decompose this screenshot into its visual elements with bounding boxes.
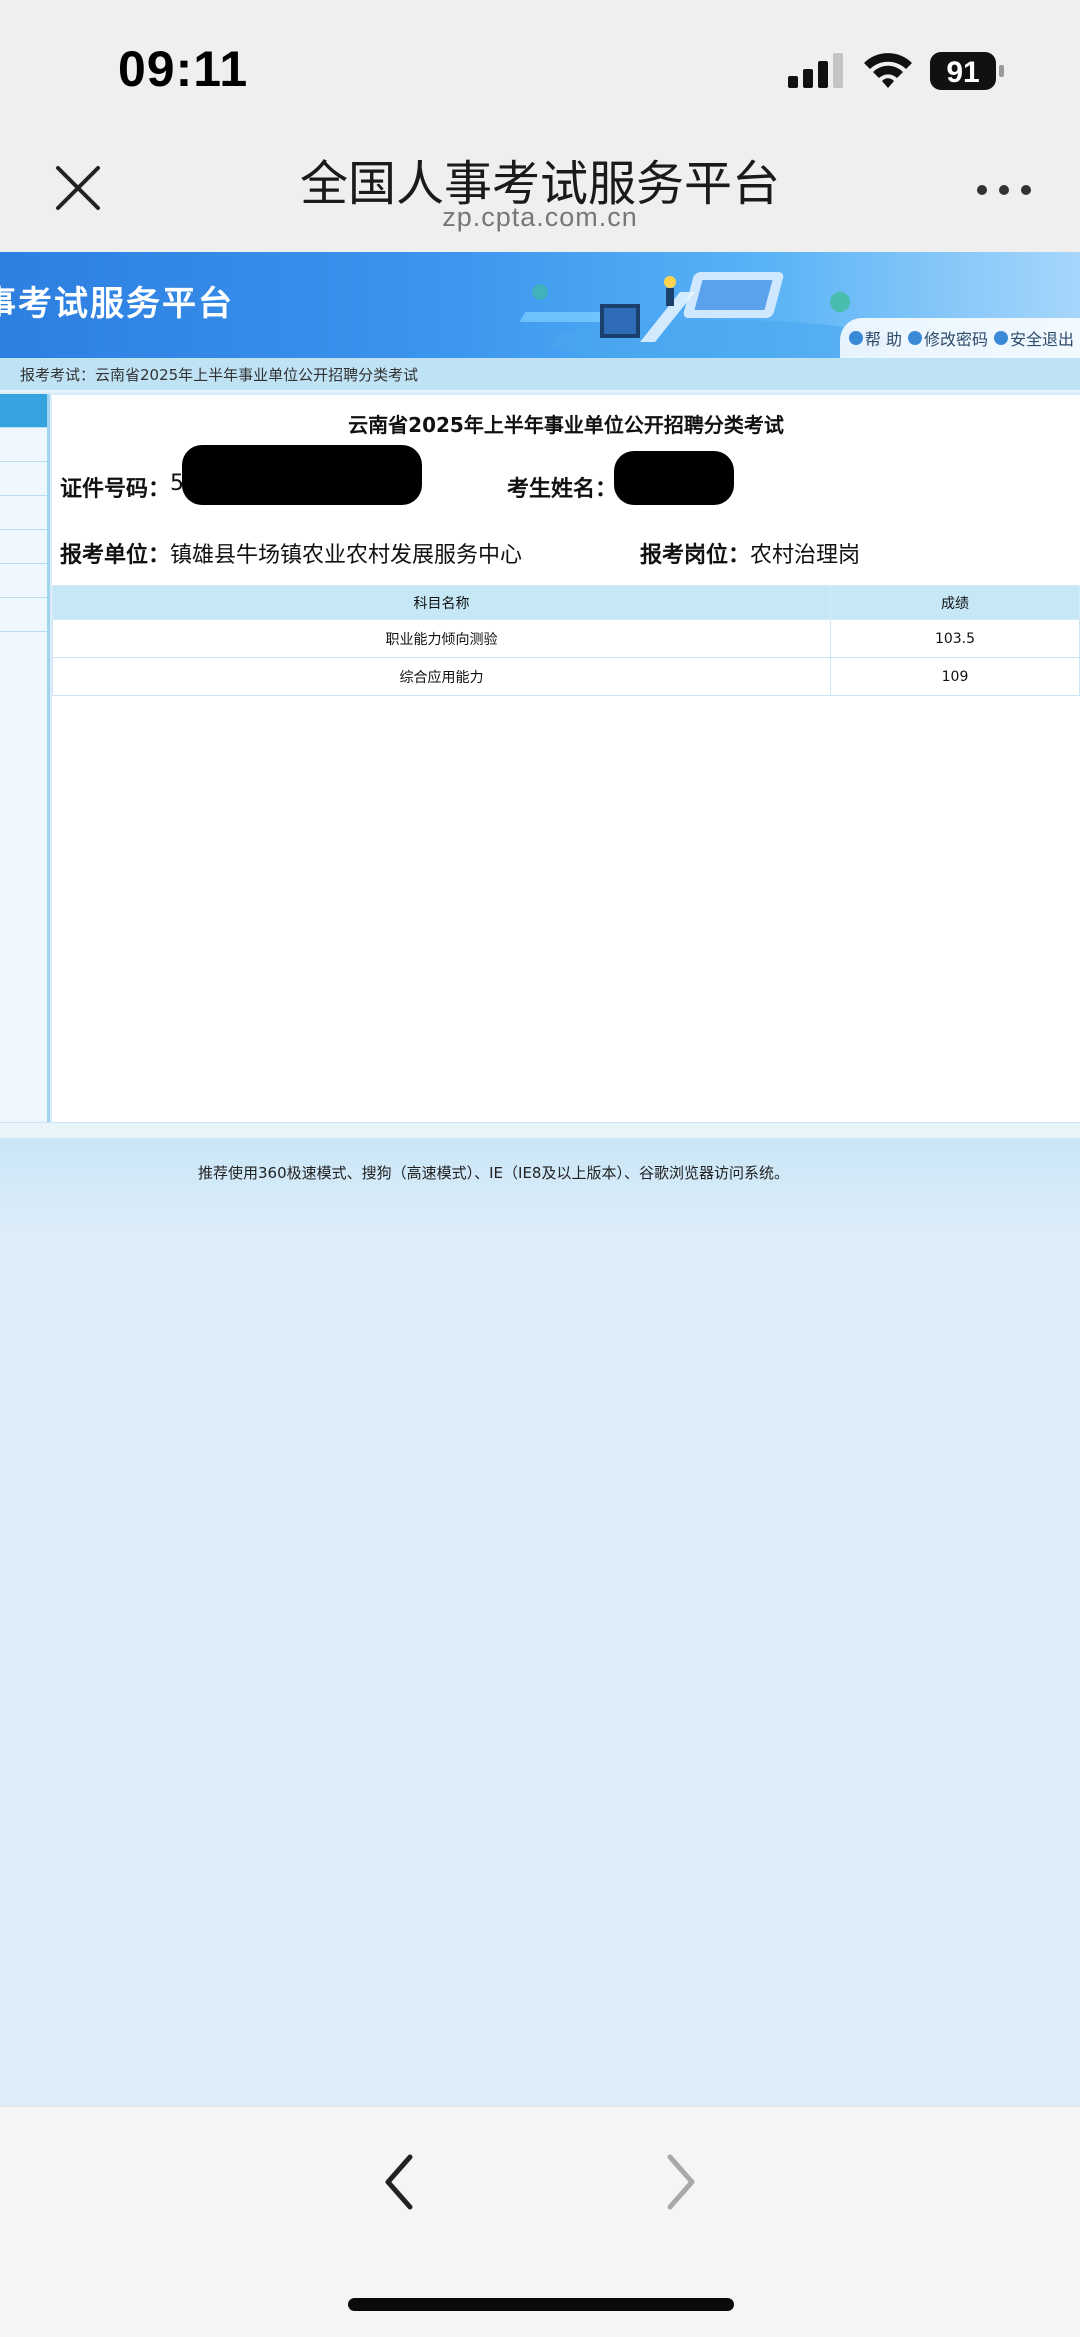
subject-cell: 职业能力倾向测验 [52,619,831,658]
help-label: 帮 助 [864,330,902,349]
table-row: 职业能力倾向测验 103.5 [52,619,1080,658]
browser-header: 全国人事考试服务平台 zp.cpta.com.cn [0,140,1080,252]
banner-title: 事考试服务平台 [0,284,234,324]
sidebar-item[interactable] [0,394,47,428]
sidebar-item[interactable] [0,462,47,496]
subject-cell: 综合应用能力 [52,657,831,696]
name-label: 考生姓名： [507,477,618,502]
home-indicator[interactable] [348,2298,734,2311]
more-icon[interactable] [976,180,1032,200]
site-banner: 事考试服务平台 帮 助 修改密码 安全退出 [0,252,1080,358]
id-label: 证件号码： [60,477,171,502]
position-label: 报考岗位： [640,543,751,568]
logout-label: 安全退出 [1009,330,1074,349]
browser-recommendation: 推荐使用360极速模式、搜狗（高速模式）、IE（IE8及以上版本）、谷歌浏览器访… [198,1164,789,1182]
status-time: 09:11 [118,41,249,97]
sidebar-item[interactable] [0,564,47,598]
status-bar: 09:11 91 [0,0,1080,140]
forward-arrow-icon[interactable] [660,2147,700,2217]
battery-icon: 91 [930,52,1004,90]
change-password-label: 修改密码 [923,330,988,349]
position-value: 农村治理岗 [750,543,861,568]
score-header: 成绩 [830,585,1080,620]
sidebar-item[interactable] [0,598,47,632]
change-password-link[interactable]: 修改密码 [907,326,988,350]
score-cell: 109 [830,657,1080,696]
logout-icon [993,331,1008,345]
sidebar-item[interactable] [0,496,47,530]
question-icon [907,331,922,345]
banner-toolbar: 帮 助 修改密码 安全退出 [840,318,1080,358]
sidebar [0,394,50,1122]
main-panel: 云南省2025年上半年事业单位公开招聘分类考试 证件号码： 5 考生姓名： 报考… [52,394,1080,1122]
battery-level: 91 [946,56,979,89]
unit-label: 报考单位： [60,543,171,568]
browser-url: zp.cpta.com.cn [442,202,638,232]
exam-title: 云南省2025年上半年事业单位公开招聘分类考试 [348,413,784,437]
sidebar-item[interactable] [0,428,47,462]
sidebar-item[interactable] [0,530,47,564]
unit-value: 镇雄县牛场镇农业农村发展服务中心 [170,543,523,568]
lock-icon [848,331,863,345]
footer-band [0,1138,1080,1228]
back-arrow-icon[interactable] [380,2147,420,2217]
help-link[interactable]: 帮 助 [848,326,902,350]
breadcrumb: 报考考试：云南省2025年上半年事业单位公开招聘分类考试 [0,358,1080,392]
subject-header: 科目名称 [52,585,831,620]
score-cell: 103.5 [830,619,1080,658]
footer-divider [0,1122,1080,1138]
redaction-mark [182,445,422,505]
table-row: 综合应用能力 109 [52,657,1080,696]
signal-icon [788,53,843,88]
redaction-mark [614,451,734,505]
wifi-icon [864,53,912,88]
score-table: 科目名称 成绩 职业能力倾向测验 103.5 综合应用能力 109 [52,585,1080,696]
logout-link[interactable]: 安全退出 [993,326,1074,350]
table-header-row: 科目名称 成绩 [52,585,1080,620]
